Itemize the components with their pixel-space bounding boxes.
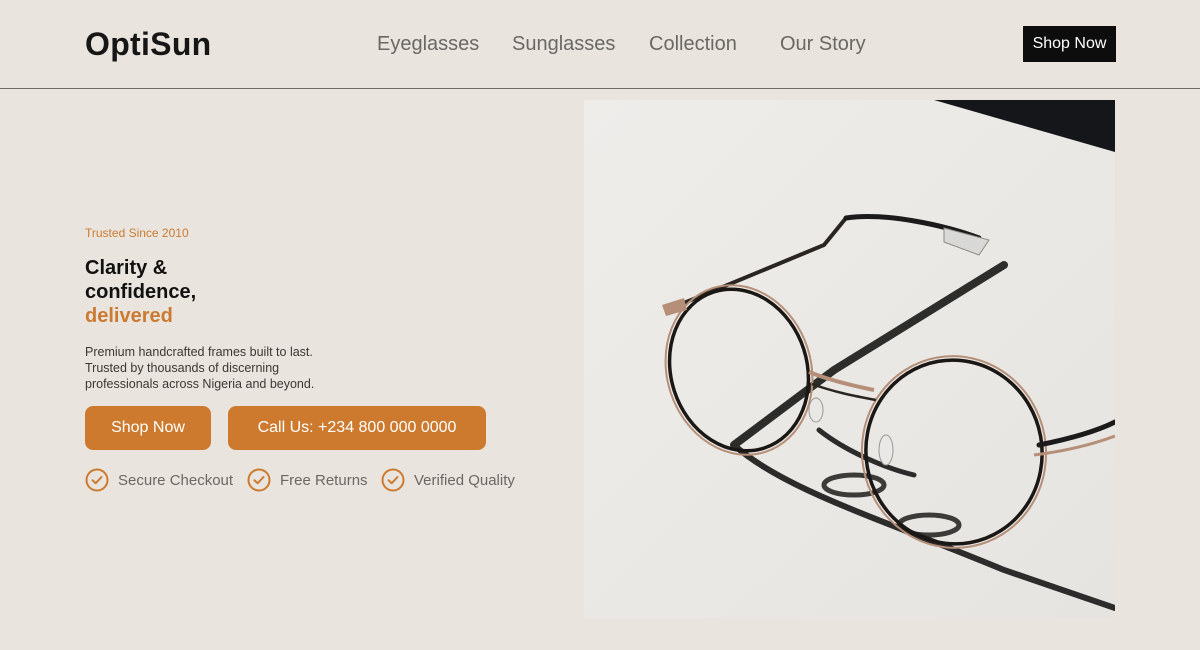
headline-line-1: Clarity &	[85, 257, 168, 279]
hero-headline: Clarity & confidence, delivered	[85, 256, 285, 328]
feature-verified-quality: Verified Quality	[381, 468, 515, 492]
call-us-button[interactable]: Call Us: +234 800 000 0000	[228, 406, 486, 450]
site-header: OptiSun Eyeglasses Sunglasses Collection…	[0, 0, 1200, 89]
header-shop-now-button[interactable]: Shop Now	[1023, 26, 1116, 62]
feature-secure-checkout: Secure Checkout	[85, 468, 233, 492]
hero-description: Premium handcrafted frames built to last…	[85, 345, 315, 391]
nav-item-sunglasses[interactable]: Sunglasses	[512, 33, 615, 56]
brand-logo[interactable]: OptiSun	[85, 26, 212, 63]
nav-item-collection[interactable]: Collection	[649, 33, 737, 56]
eyeglasses-photo	[584, 100, 1115, 618]
shop-now-button[interactable]: Shop Now	[85, 406, 211, 450]
check-circle-icon	[85, 468, 109, 492]
feature-label: Free Returns	[280, 471, 368, 489]
feature-free-returns: Free Returns	[247, 468, 368, 492]
nav-item-our-story[interactable]: Our Story	[780, 33, 866, 56]
hero-eyeglasses-image	[584, 100, 1115, 618]
hero-eyebrow: Trusted Since 2010	[85, 226, 189, 240]
check-circle-icon	[247, 468, 271, 492]
feature-label: Verified Quality	[414, 471, 515, 489]
check-circle-icon	[381, 468, 405, 492]
headline-line-2: confidence,	[85, 281, 197, 303]
nav-item-eyeglasses[interactable]: Eyeglasses	[377, 33, 479, 56]
feature-label: Secure Checkout	[118, 471, 234, 489]
headline-accent: delivered	[85, 305, 173, 327]
landing-page: OptiSun Eyeglasses Sunglasses Collection…	[0, 0, 1200, 650]
